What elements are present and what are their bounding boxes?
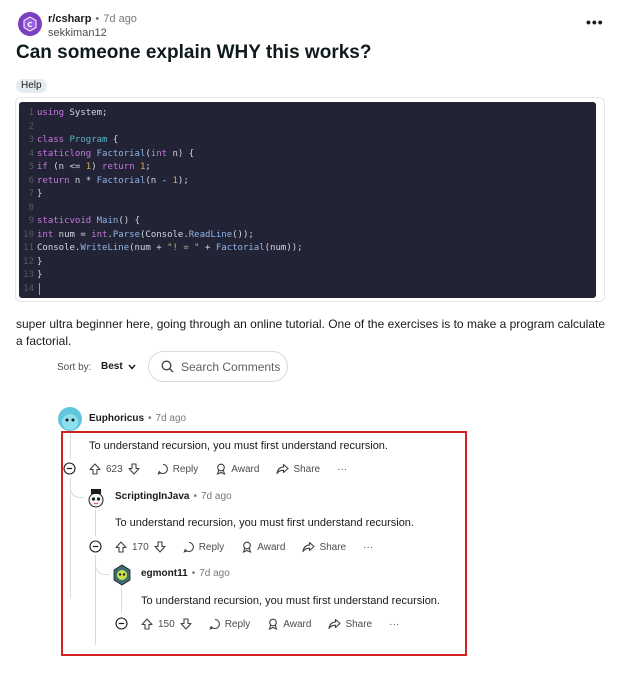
post-title: Can someone explain WHY this works? — [16, 42, 372, 63]
csharp-logo-icon: C — [23, 16, 37, 32]
post-time: 7d ago — [103, 13, 137, 25]
separator-dot: • — [148, 413, 152, 424]
line-number: 6 — [28, 175, 34, 186]
comment-time: 7d ago — [155, 413, 187, 424]
line-number: 13 — [23, 270, 34, 280]
search-icon — [161, 360, 174, 373]
line-number: 1 — [28, 108, 34, 118]
line-number: 5 — [28, 162, 34, 172]
code-image: 1 using System; 2 3 class Program { 4 st… — [19, 102, 596, 298]
comment-username[interactable]: Euphoricus — [89, 413, 144, 424]
line-number: 10 — [23, 229, 34, 240]
line-number: 11 — [23, 243, 34, 253]
line-number: 12 — [23, 256, 34, 267]
search-placeholder: Search Comments — [181, 359, 281, 374]
subreddit-line: r/csharp • 7d ago — [48, 13, 137, 25]
comment-header: Euphoricus • 7d ago — [89, 413, 186, 424]
line-number: 14 — [23, 283, 34, 294]
svg-text:C: C — [27, 21, 32, 29]
post-more-options-button[interactable]: ••• — [586, 14, 604, 30]
sort-dropdown[interactable]: Best — [101, 361, 136, 372]
line-number: 8 — [28, 202, 34, 213]
line-number: 7 — [28, 189, 34, 199]
subreddit-name[interactable]: r/csharp — [48, 13, 91, 25]
avatar[interactable] — [58, 407, 82, 431]
line-number: 9 — [28, 216, 34, 226]
line-number: 2 — [28, 121, 34, 132]
search-comments-input[interactable]: Search Comments — [148, 351, 288, 382]
separator-dot: • — [95, 13, 100, 25]
highlight-box — [61, 431, 467, 656]
line-number: 3 — [28, 135, 34, 145]
subreddit-avatar[interactable]: C — [18, 12, 42, 36]
post-body: super ultra beginner here, going through… — [16, 317, 606, 348]
chevron-down-icon — [128, 364, 136, 370]
post-flair[interactable]: Help — [16, 79, 47, 93]
snoo-avatar-icon — [62, 414, 78, 430]
sort-value: Best — [101, 361, 123, 372]
line-number: 4 — [28, 148, 34, 159]
post-author[interactable]: sekkiman12 — [48, 27, 107, 39]
sort-label: Sort by: — [57, 362, 92, 373]
